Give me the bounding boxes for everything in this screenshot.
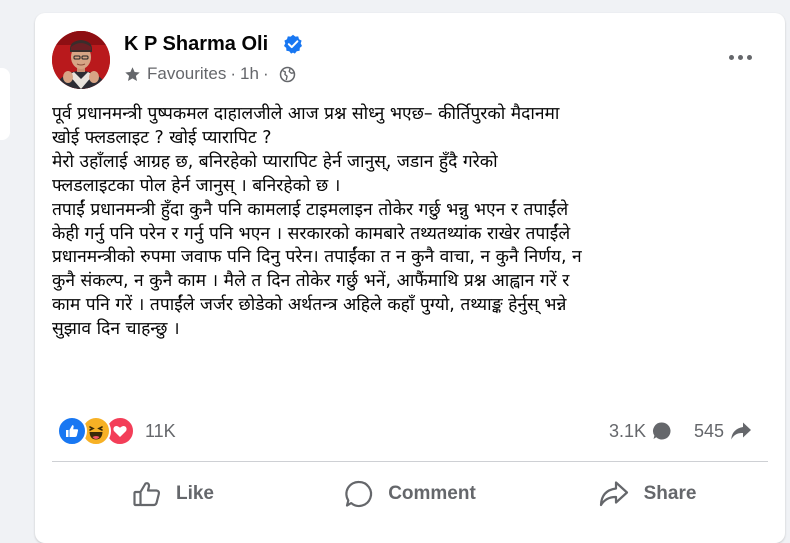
share-button[interactable]: Share bbox=[592, 469, 702, 519]
post-time[interactable]: 1h bbox=[240, 64, 259, 84]
more-options-icon[interactable] bbox=[723, 47, 757, 67]
star-icon bbox=[125, 66, 140, 81]
post-text: पूर्व प्रधानमन्त्री पुष्पकमल दाहालजीले आ… bbox=[52, 103, 777, 342]
comment-icon bbox=[345, 480, 373, 508]
separator-dot: · bbox=[230, 64, 237, 83]
thumbs-up-icon bbox=[133, 482, 161, 507]
globe-icon bbox=[279, 66, 295, 82]
share-count[interactable]: 545 bbox=[694, 421, 724, 442]
like-reaction-icon bbox=[57, 416, 87, 446]
like-button[interactable]: Like bbox=[123, 469, 223, 519]
share-arrow-icon bbox=[731, 422, 752, 440]
comment-button[interactable]: Comment bbox=[335, 469, 485, 519]
post-meta: Favourites · 1h · bbox=[124, 64, 296, 84]
post-text-line: कुनै संकल्प, न कुनै काम । मैले त दिन तोक… bbox=[52, 271, 570, 292]
audience-label[interactable]: Favourites bbox=[147, 64, 226, 84]
post-text-line: सुझाव दिन चाहन्छु । bbox=[52, 319, 180, 340]
post-text-line: केही गर्नु पनि परेन र गर्नु पनि भएन । सर… bbox=[52, 223, 571, 244]
post-text-line: मेरो उहाँलाई आग्रह छ, बनिरहेको प्यारापिट… bbox=[52, 151, 498, 172]
avatar[interactable] bbox=[52, 31, 110, 89]
reaction-count: 11K bbox=[145, 420, 176, 441]
post-text-line: खोई फ्लडलाइट ? खोई प्यारापिट ? bbox=[52, 127, 272, 148]
post-text-line: काम पनि गरें । तपाईंले जर्जर छोडेको अर्थ… bbox=[52, 295, 567, 316]
like-label: Like bbox=[175, 483, 215, 504]
adjacent-panel-edge bbox=[0, 68, 10, 140]
author-name[interactable]: K P Sharma Oli bbox=[124, 33, 268, 56]
verified-badge-icon bbox=[284, 34, 302, 54]
reaction-summary[interactable]: 11K bbox=[57, 416, 176, 446]
post-text-line: तपाईं प्रधानमन्त्री हुँदा कुनै पनि कामला… bbox=[52, 199, 569, 220]
share-icon bbox=[599, 481, 628, 507]
comment-count[interactable]: 3.1K bbox=[609, 421, 646, 442]
share-label: Share bbox=[643, 483, 697, 504]
separator-dot: · bbox=[262, 64, 269, 83]
post-card: K P Sharma Oli Favourites · 1h · पूर्व प… bbox=[35, 13, 785, 543]
post-text-line: प्रधानमन्त्रीको रुपमा जवाफ पनि दिनु परेन… bbox=[52, 247, 582, 268]
comment-label: Comment bbox=[388, 483, 476, 504]
engagement-stats: 3.1K 545 bbox=[609, 419, 752, 443]
post-text-line: फ्लडलाइटका पोल हेर्न जानुस् । बनिरहेको छ… bbox=[52, 175, 341, 196]
post-text-line: पूर्व प्रधानमन्त्री पुष्पकमल दाहालजीले आ… bbox=[52, 104, 560, 124]
comment-bubble-icon bbox=[653, 422, 671, 440]
divider bbox=[52, 461, 768, 462]
